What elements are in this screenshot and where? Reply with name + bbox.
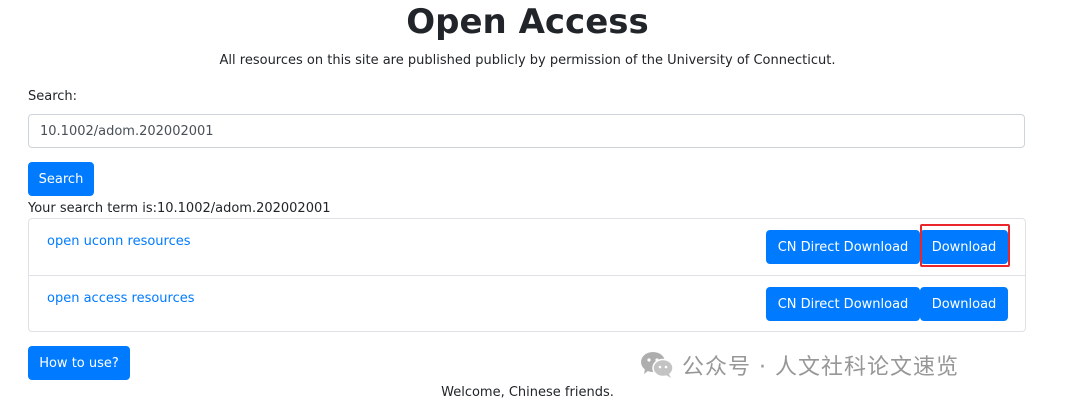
cn-direct-download-button[interactable]: CN Direct Download xyxy=(766,230,920,264)
search-label: Search: xyxy=(28,89,78,104)
page-subtitle: All resources on this site are published… xyxy=(219,53,836,68)
search-input[interactable] xyxy=(28,114,1025,148)
results-list: open uconn resources CN Direct Download … xyxy=(28,218,1026,332)
watermark-text: 公众号 · 人文社科论文速览 xyxy=(682,355,959,380)
result-link-uconn[interactable]: open uconn resources xyxy=(47,234,191,250)
welcome-text: Welcome, Chinese friends. xyxy=(441,385,614,400)
watermark: 公众号 · 人文社科论文速览 xyxy=(640,349,959,381)
cn-direct-download-button[interactable]: CN Direct Download xyxy=(766,287,920,321)
download-button[interactable]: Download xyxy=(920,230,1008,264)
download-button[interactable]: Download xyxy=(920,287,1008,321)
result-link-open-access[interactable]: open access resources xyxy=(47,291,195,307)
how-to-use-button[interactable]: How to use? xyxy=(28,346,130,380)
result-row: open uconn resources CN Direct Download … xyxy=(29,219,1025,275)
wechat-icon xyxy=(641,352,674,378)
page-title: Open Access xyxy=(406,2,649,42)
result-row: open access resources CN Direct Download… xyxy=(29,275,1025,332)
search-button[interactable]: Search xyxy=(28,162,94,196)
search-term-text: Your search term is:10.1002/adom.2020020… xyxy=(28,201,331,216)
